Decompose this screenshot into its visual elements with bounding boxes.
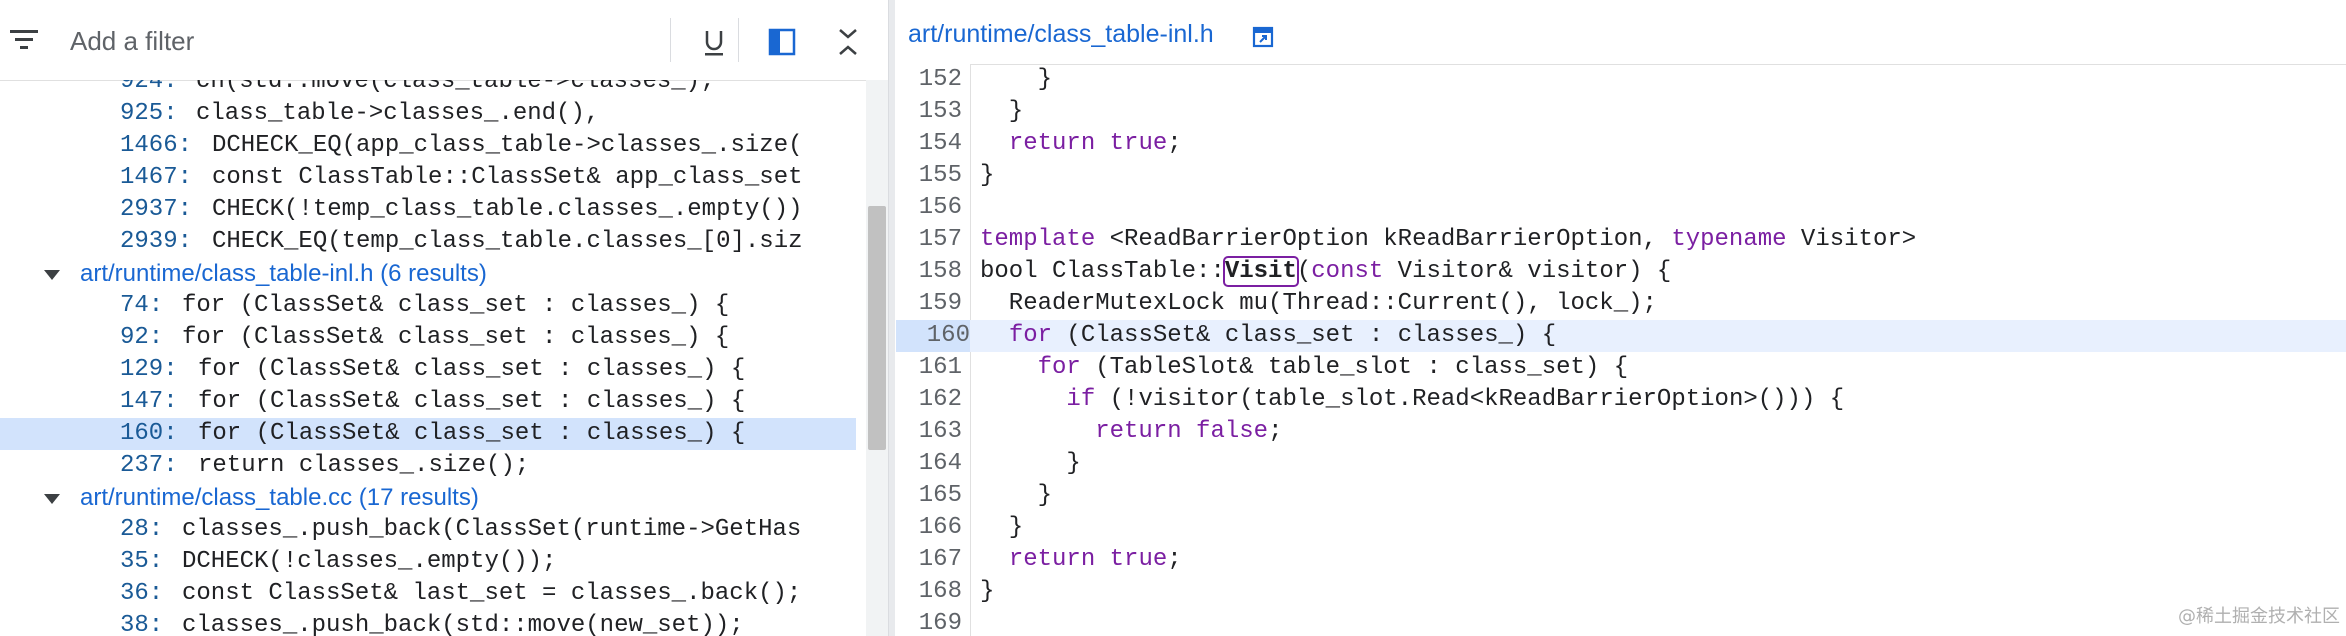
result-group-header[interactable]: art/runtime/class_table-inl.h (6 results… (0, 258, 856, 290)
code-line[interactable]: 152 } (896, 64, 2346, 96)
search-results-pane: 924: ch(std::move(class_table->classes_)… (0, 0, 888, 636)
pane-splitter[interactable] (888, 0, 895, 636)
line-number[interactable]: 152 (896, 64, 962, 96)
file-path-link[interactable]: art/runtime/class_table-inl.h (908, 20, 1214, 49)
line-number[interactable]: 164 (896, 448, 962, 480)
code-line[interactable]: 155} (896, 160, 2346, 192)
line-number[interactable]: 162 (896, 384, 962, 416)
code-viewer-pane: art/runtime/class_table-inl.h 152 } 153 }… (896, 0, 2346, 636)
code-text: } (980, 482, 1053, 509)
result-row[interactable]: 35: DCHECK(!classes_.empty()); (0, 546, 856, 578)
code-line[interactable]: 157 template <ReadBarrierOption kReadBarr… (896, 224, 2346, 256)
open-in-new-icon[interactable] (1252, 26, 1274, 48)
result-row[interactable]: 28: classes_.push_back(ClassSet(runtime-… (0, 514, 856, 546)
result-row[interactable]: 237: return classes_.size(); (0, 450, 856, 482)
result-row[interactable]: 2937: CHECK(!temp_class_table.classes_.e… (0, 194, 856, 226)
split-view-icon[interactable] (764, 24, 800, 60)
line-number[interactable]: 163 (896, 416, 962, 448)
result-row[interactable]: 129: for (ClassSet& class_set : classes_… (0, 354, 856, 386)
result-row[interactable]: 92: for (ClassSet& class_set : classes_)… (0, 322, 856, 354)
code-text: for (TableSlot& table_slot : class_set) … (1037, 354, 1629, 381)
line-number[interactable]: 159 (896, 288, 962, 320)
filter-input[interactable] (68, 22, 652, 60)
underline-icon[interactable] (696, 24, 732, 60)
code-text: template <ReadBarrierOption kReadBarrier… (980, 226, 1917, 253)
code-line[interactable]: 153 } (896, 96, 2346, 128)
code-line[interactable]: 154 return true; (896, 128, 2346, 160)
result-code: ch(std::move(class_table->classes_); (196, 80, 715, 95)
collapse-all-icon[interactable] (830, 24, 866, 60)
watermark: @稀土掘金技术社区 (2178, 606, 2340, 627)
code-line[interactable]: 156 (896, 192, 2346, 224)
expand-triangle-icon[interactable] (44, 494, 60, 504)
code-text: ReaderMutexLock mu(Thread::Current(), lo… (980, 290, 1657, 317)
result-row[interactable]: 1467: const ClassTable::ClassSet& app_cl… (0, 162, 856, 194)
code-text: } (980, 450, 1081, 477)
result-row-selected[interactable]: 160: for (ClassSet& class_set : classes_… (0, 418, 856, 450)
code-line[interactable]: 168} (896, 576, 2346, 608)
line-number[interactable]: 166 (896, 512, 962, 544)
code-line[interactable]: 160 for (ClassSet& class_set : classes_)… (896, 320, 2346, 352)
code-text: } (980, 162, 995, 189)
line-number[interactable]: 156 (896, 192, 962, 224)
filter-bar (0, 0, 888, 81)
code-line[interactable]: 163 return false; (896, 416, 2346, 448)
line-number[interactable]: 158 (896, 256, 962, 288)
line-number[interactable]: 153 (896, 96, 962, 128)
result-row[interactable]: 925: class_table->classes_.end(), (0, 98, 856, 130)
code-line[interactable]: 164 } (896, 448, 2346, 480)
code-text: } (980, 514, 1024, 541)
code-line[interactable]: 169 (896, 608, 2346, 636)
code-line[interactable]: 159 ReaderMutexLock mu(Thread::Current()… (896, 288, 2346, 320)
code-text: bool ClassTable::Visit(const Visitor& vi… (980, 256, 1672, 287)
file-header: art/runtime/class_table-inl.h (896, 0, 2346, 65)
code-line[interactable]: 166 } (896, 512, 2346, 544)
code-text: for (ClassSet& class_set : classes_) { (1008, 322, 1557, 349)
code-text: } (980, 578, 995, 605)
code-line[interactable]: 161 for (TableSlot& table_slot : class_s… (896, 352, 2346, 384)
result-row[interactable]: 38: classes_.push_back(std::move(new_set… (0, 610, 856, 636)
toolbar-separator (670, 18, 671, 62)
line-number[interactable]: 160 (896, 320, 970, 352)
results-scrollbar-thumb[interactable] (868, 206, 886, 450)
code-text: return false; (1095, 418, 1283, 445)
result-group-header[interactable]: art/runtime/class_table.cc (17 results) (0, 482, 856, 514)
line-number[interactable]: 157 (896, 224, 962, 256)
code-line[interactable]: 162 if (!visitor(table_slot.Read<kReadBa… (896, 384, 2346, 416)
results-list: 924: ch(std::move(class_table->classes_)… (0, 80, 856, 636)
code-text: return true; (1008, 546, 1182, 573)
code-area[interactable]: 152 } 153 } 154 return true; 155} 156 157 temp… (896, 64, 2346, 636)
code-text: } (980, 66, 1053, 93)
code-text: if (!visitor(table_slot.Read<kReadBarrie… (1066, 386, 1845, 413)
result-row[interactable]: 74: for (ClassSet& class_set : classes_)… (0, 290, 856, 322)
result-row[interactable]: 147: for (ClassSet& class_set : classes_… (0, 386, 856, 418)
code-text: return true; (1008, 130, 1182, 157)
code-line[interactable]: 167 return true; (896, 544, 2346, 576)
line-number[interactable]: 154 (896, 128, 962, 160)
result-row[interactable]: 36: const ClassSet& last_set = classes_.… (0, 578, 856, 610)
line-number[interactable]: 161 (896, 352, 962, 384)
line-number[interactable]: 165 (896, 480, 962, 512)
line-number[interactable]: 167 (896, 544, 962, 576)
code-line[interactable]: 158 bool ClassTable::Visit(const Visitor&… (896, 256, 2346, 288)
code-text: } (980, 98, 1024, 125)
line-number[interactable]: 155 (896, 160, 962, 192)
line-number[interactable]: 169 (896, 608, 962, 636)
line-number[interactable]: 168 (896, 576, 962, 608)
list-item[interactable]: 924: ch(std::move(class_table->classes_)… (0, 80, 856, 98)
toolbar-separator (738, 18, 739, 62)
expand-triangle-icon[interactable] (44, 270, 60, 280)
result-row[interactable]: 1466: DCHECK_EQ(app_class_table->classes… (0, 130, 856, 162)
filter-list-icon[interactable] (10, 28, 40, 52)
code-line[interactable]: 165 } (896, 480, 2346, 512)
result-row[interactable]: 2939: CHECK_EQ(temp_class_table.classes_… (0, 226, 856, 258)
